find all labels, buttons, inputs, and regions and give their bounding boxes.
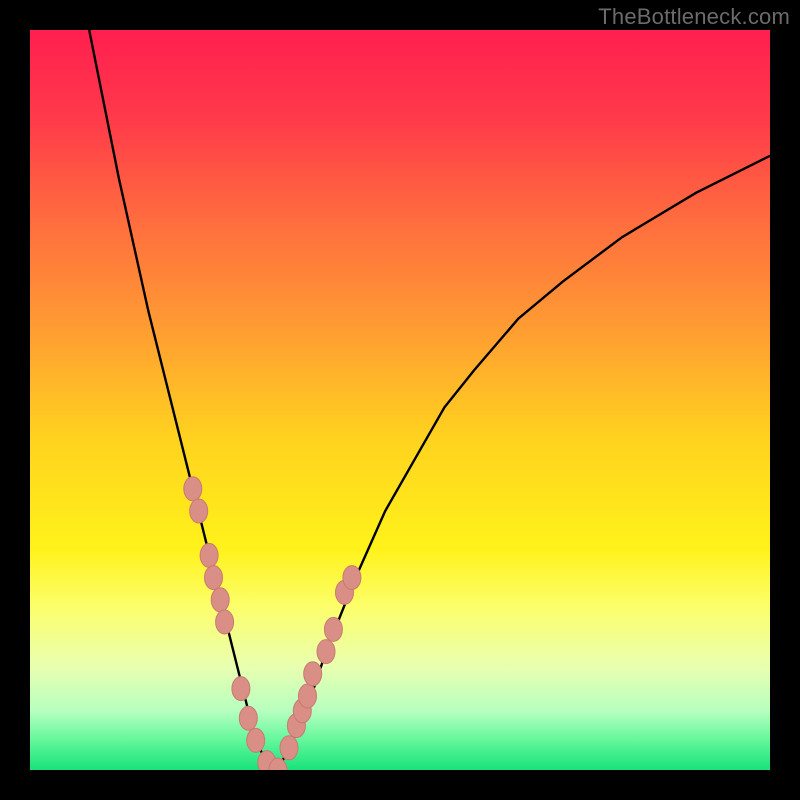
plot-area xyxy=(30,30,770,770)
marker-point xyxy=(216,610,234,634)
marker-point xyxy=(343,566,361,590)
marker-point xyxy=(317,640,335,664)
marker-point xyxy=(232,677,250,701)
marker-point xyxy=(184,477,202,501)
marker-point xyxy=(239,706,257,730)
marker-point xyxy=(200,543,218,567)
marker-point xyxy=(205,566,223,590)
marker-point xyxy=(211,588,229,612)
watermark-text: TheBottleneck.com xyxy=(598,4,790,30)
marker-point xyxy=(304,662,322,686)
outer-frame: TheBottleneck.com xyxy=(0,0,800,800)
marker-point xyxy=(299,684,317,708)
marker-point xyxy=(280,736,298,760)
marker-point xyxy=(324,617,342,641)
marker-point xyxy=(190,499,208,523)
plot-svg xyxy=(30,30,770,770)
gradient-background xyxy=(30,30,770,770)
marker-point xyxy=(247,728,265,752)
